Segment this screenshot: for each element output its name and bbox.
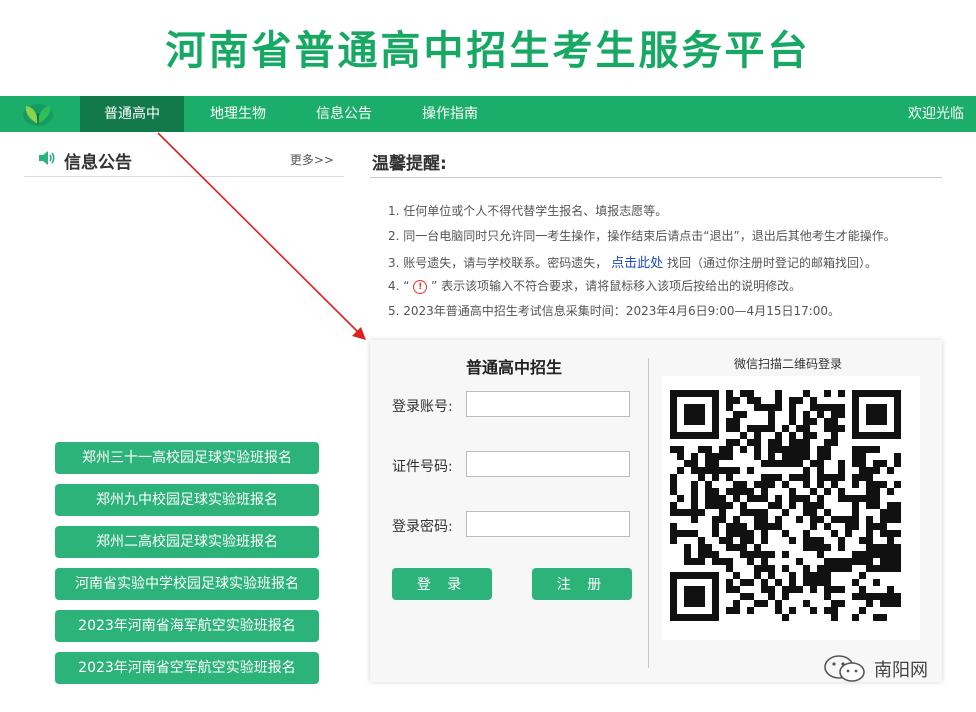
wechat-qr-code-icon[interactable] [662,376,920,640]
account-label: 登录账号: [392,399,453,415]
navy-aviation-link[interactable]: 2023年河南省海军航空实验班报名 [55,610,319,642]
panel-divider [648,358,649,668]
qr-caption: 微信扫描二维码登录 [734,357,843,371]
watermark-text: 南阳网 [874,660,928,681]
account-input[interactable] [466,391,630,417]
zhengzhou-9-football-link[interactable]: 郑州九中校园足球实验班报名 [55,484,319,516]
zhengzhou-31-football-link[interactable]: 郑州三十一高校园足球实验班报名 [55,442,319,474]
id-number-input[interactable] [466,451,630,477]
zhengzhou-2-football-link[interactable]: 郑州二高校园足球实验班报名 [55,526,319,558]
login-button[interactable]: 登 录 [392,568,492,600]
login-title: 普通高中招生 [466,358,563,377]
register-button[interactable]: 注 册 [532,568,632,600]
password-label: 登录密码: [392,519,453,535]
id-number-label: 证件号码: [392,459,453,475]
air-force-aviation-link[interactable]: 2023年河南省空军航空实验班报名 [55,652,319,684]
wechat-icon [824,655,865,682]
login-panel: 普通高中招生 登录账号: 证件号码: 登录密码: 登 录 注 册 微信扫描二维码… [370,340,942,682]
password-input[interactable] [466,511,630,537]
henan-experimental-football-link[interactable]: 河南省实验中学校园足球实验班报名 [55,568,319,600]
